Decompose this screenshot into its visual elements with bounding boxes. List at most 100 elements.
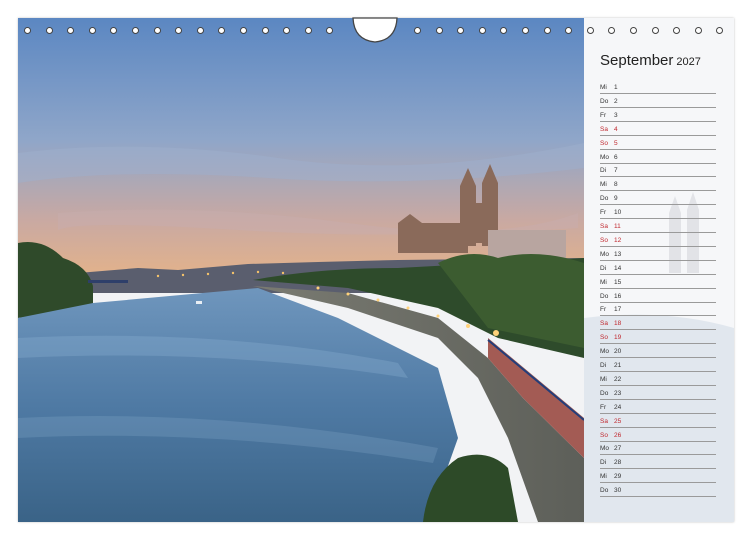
- day-row: Do 16: [600, 288, 716, 303]
- binding-hole: [543, 27, 551, 34]
- day-number: 14: [614, 264, 622, 272]
- day-number: 28: [614, 459, 622, 467]
- binding-hole: [478, 27, 486, 34]
- weekday-label: Sa: [600, 223, 608, 230]
- cathedral-river-photo: [18, 18, 584, 522]
- day-number: 11: [614, 223, 621, 230]
- weekday-label: Mi: [600, 375, 607, 383]
- day-number: 19: [614, 334, 622, 342]
- day-number: 12: [614, 236, 622, 244]
- binding-hole: [457, 27, 465, 34]
- month-title: September 2027: [600, 52, 701, 69]
- month-name: September: [600, 52, 674, 69]
- weekday-label: Mi: [600, 473, 607, 481]
- day-row: Di 21: [600, 357, 716, 372]
- day-number: 16: [614, 292, 622, 300]
- binding-hole: [196, 27, 204, 34]
- weekday-label: Di: [600, 362, 607, 369]
- day-row: Fr 17: [600, 301, 716, 317]
- day-row: Do 30: [600, 482, 716, 498]
- binding-hole: [261, 27, 269, 34]
- weekday-label: Mo: [600, 153, 610, 161]
- day-row: So 5: [600, 135, 716, 150]
- binding-hole: [414, 27, 421, 34]
- weekday-label: Sa: [600, 417, 608, 425]
- weekday-label: Sa: [600, 320, 608, 328]
- weekday-label: Do: [600, 292, 609, 300]
- weekday-label: Mo: [600, 348, 610, 356]
- binding-hole: [218, 27, 226, 34]
- day-number: 29: [614, 473, 622, 481]
- day-row: Sa 18: [600, 315, 716, 331]
- day-row: Mi 1: [600, 79, 716, 94]
- weekday-label: So: [600, 236, 608, 244]
- day-row: Mo 6: [600, 149, 716, 164]
- day-row: So 26: [600, 427, 716, 442]
- day-number: 9: [614, 195, 618, 203]
- day-row: Di 14: [600, 260, 716, 275]
- day-row: Sa 25: [600, 413, 716, 428]
- binding-hole: [24, 27, 31, 34]
- calendar-panel: September 2027 Mi 1 Do 2 Fr 3 Sa 4 So 5 Mo 6 Di 7 Mi 8 Do…: [584, 18, 734, 522]
- binding-hole: [630, 27, 637, 34]
- day-row: Fr 10: [600, 204, 716, 220]
- binding-holes: [0, 0, 750, 43]
- binding-hole: [153, 27, 161, 34]
- day-number: 26: [614, 431, 622, 439]
- day-row: So 19: [600, 329, 716, 345]
- day-row: Sa 11: [600, 218, 716, 233]
- day-row: So 12: [600, 232, 716, 247]
- binding-hole: [716, 27, 724, 34]
- weekday-label: Mi: [600, 181, 607, 189]
- weekday-label: Do: [600, 487, 609, 495]
- day-number: 27: [614, 445, 622, 453]
- day-number: 20: [614, 348, 622, 356]
- weekday-label: So: [600, 139, 608, 147]
- day-row: Do 23: [600, 385, 716, 400]
- day-row: Mo 20: [600, 343, 716, 359]
- day-row: Mi 29: [600, 468, 716, 484]
- weekday-label: Do: [600, 97, 609, 105]
- day-row: Di 7: [600, 162, 716, 178]
- weekday-label: Di: [600, 167, 607, 175]
- day-number: 15: [614, 278, 622, 286]
- day-number: 3: [614, 111, 618, 119]
- day-row: Do 2: [600, 93, 716, 108]
- day-number: 21: [614, 362, 622, 369]
- weekday-label: Mo: [600, 250, 610, 258]
- binding-hole: [67, 27, 75, 34]
- binding-hole: [304, 27, 312, 34]
- day-number: 7: [614, 167, 618, 175]
- binding-hole: [651, 27, 659, 34]
- binding-hole: [326, 27, 334, 34]
- day-row: Do 9: [600, 190, 716, 206]
- day-number: 2: [614, 97, 618, 105]
- binding-hole: [500, 27, 508, 34]
- day-row: Mi 8: [600, 176, 716, 192]
- weekday-label: Fr: [600, 209, 607, 217]
- day-number: 25: [614, 417, 622, 425]
- year: 2027: [676, 56, 701, 68]
- day-number: 4: [614, 125, 618, 133]
- binding-hole: [565, 27, 573, 34]
- day-number: 1: [614, 84, 618, 91]
- binding-hole: [283, 27, 291, 34]
- weekday-label: Di: [600, 459, 607, 467]
- day-row: Mo 13: [600, 246, 716, 261]
- day-number: 10: [614, 209, 622, 217]
- binding-hole: [522, 27, 529, 34]
- day-row: Fr 24: [600, 399, 716, 414]
- binding-hole: [586, 27, 594, 34]
- weekday-label: Di: [600, 264, 607, 272]
- day-row: Di 28: [600, 454, 716, 470]
- weekday-label: Fr: [600, 111, 607, 119]
- day-row: Mi 22: [600, 371, 716, 386]
- binding-hole: [673, 27, 681, 34]
- day-row: Sa 4: [600, 121, 716, 136]
- day-number: 6: [614, 153, 618, 161]
- weekday-label: Do: [600, 195, 609, 203]
- binding-hole: [435, 27, 443, 34]
- weekday-label: Mi: [600, 278, 607, 286]
- hanger-notch: [352, 17, 398, 43]
- day-row: Mi 15: [600, 274, 716, 289]
